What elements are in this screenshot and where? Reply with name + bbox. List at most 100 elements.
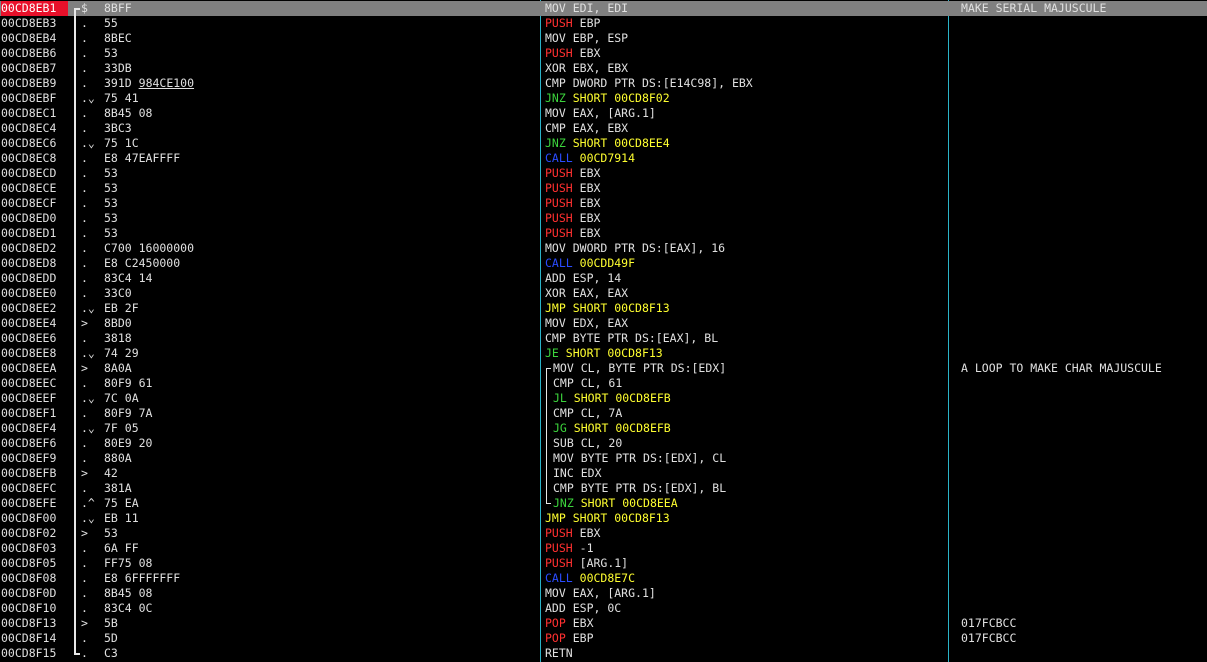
instruction-cell[interactable]: CMP BYTE PTR DS:[EDX], BL — [553, 481, 953, 496]
instruction-cell[interactable]: MOV EDX, EAX — [545, 316, 945, 331]
disasm-row[interactable]: 00CD8ED8. E8 C2450000 CALL 00CDD49F — [0, 256, 1207, 271]
comment-cell[interactable] — [961, 106, 1205, 121]
hex-bytes-cell[interactable]: E8 47EAFFFF — [104, 151, 534, 166]
hex-bytes-cell[interactable]: 7C 0A — [104, 391, 534, 406]
hex-bytes-cell[interactable]: 33DB — [104, 61, 534, 76]
comment-cell[interactable] — [961, 451, 1205, 466]
disasm-row[interactable]: 00CD8F00 .⌄ EB 11 JMP SHORT 00CD8F13 — [0, 511, 1207, 526]
hex-bytes-cell[interactable]: 5B — [104, 616, 534, 631]
hex-bytes-cell[interactable]: 3BC3 — [104, 121, 534, 136]
instruction-cell[interactable]: JMP SHORT 00CD8F13 — [545, 301, 945, 316]
hex-bytes-cell[interactable]: 880A — [104, 451, 534, 466]
disasm-row[interactable]: 00CD8EB6. 53 PUSH EBX — [0, 46, 1207, 61]
instruction-cell[interactable]: CMP BYTE PTR DS:[EAX], BL — [545, 331, 945, 346]
disasm-row[interactable]: 00CD8F13 >5B POP EBX 017FCBCC — [0, 616, 1207, 631]
hex-bytes-cell[interactable]: E8 6FFFFFFF — [104, 571, 534, 586]
address-cell[interactable]: 00CD8F08 — [1, 571, 68, 586]
instruction-cell[interactable]: CMP EAX, EBX — [545, 121, 945, 136]
address-cell[interactable]: 00CD8ECF — [1, 196, 68, 211]
instruction-cell[interactable]: CMP CL, 7A — [553, 406, 953, 421]
instruction-cell[interactable]: PUSH [ARG.1] — [545, 556, 945, 571]
hex-bytes-cell[interactable]: 53 — [104, 166, 534, 181]
instruction-cell[interactable]: MOV EDI, EDI — [545, 1, 945, 16]
hex-bytes-cell[interactable]: 8B45 08 — [104, 106, 534, 121]
hex-bytes-cell[interactable]: 3818 — [104, 331, 534, 346]
instruction-cell[interactable]: PUSH EBX — [545, 181, 945, 196]
address-cell[interactable]: 00CD8EE0 — [1, 286, 68, 301]
disasm-row[interactable]: 00CD8EC8. E8 47EAFFFF CALL 00CD7914 — [0, 151, 1207, 166]
address-cell[interactable]: 00CD8EF9 — [1, 451, 68, 466]
hex-bytes-cell[interactable]: 83C4 14 — [104, 271, 534, 286]
comment-cell[interactable] — [961, 286, 1205, 301]
disasm-row[interactable]: 00CD8EEC. 80F9 61 CMP CL, 61 — [0, 376, 1207, 391]
instruction-cell[interactable]: MOV EBP, ESP — [545, 31, 945, 46]
address-cell[interactable]: 00CD8ECE — [1, 181, 68, 196]
address-cell[interactable]: 00CD8EC8 — [1, 151, 68, 166]
address-cell[interactable]: 00CD8EFC — [1, 481, 68, 496]
comment-cell[interactable] — [961, 76, 1205, 91]
instruction-cell[interactable]: MOV CL, BYTE PTR DS:[EDX] — [553, 361, 953, 376]
instruction-cell[interactable]: ADD ESP, 0C — [545, 601, 945, 616]
comment-cell[interactable]: 017FCBCC — [961, 631, 1205, 646]
address-cell[interactable]: 00CD8F10 — [1, 601, 68, 616]
address-cell[interactable]: 00CD8ECD — [1, 166, 68, 181]
comment-cell[interactable] — [961, 181, 1205, 196]
comment-cell[interactable] — [961, 586, 1205, 601]
comment-cell[interactable] — [961, 316, 1205, 331]
hex-bytes-cell[interactable]: 83C4 0C — [104, 601, 534, 616]
instruction-cell[interactable]: JL SHORT 00CD8EFB — [553, 391, 953, 406]
address-cell[interactable]: 00CD8EFE — [1, 496, 68, 511]
address-cell[interactable]: 00CD8EB6 — [1, 46, 68, 61]
address-cell[interactable]: 00CD8F0D — [1, 586, 68, 601]
comment-cell[interactable] — [961, 46, 1205, 61]
disasm-row[interactable]: 00CD8EF6. 80E9 20 SUB CL, 20 — [0, 436, 1207, 451]
disasm-row[interactable]: 00CD8ECD. 53 PUSH EBX — [0, 166, 1207, 181]
disasm-row[interactable]: 00CD8ED2. C700 16000000 MOV DWORD PTR DS:[… — [0, 241, 1207, 256]
hex-bytes-cell[interactable]: 53 — [104, 46, 534, 61]
hex-bytes-cell[interactable]: 80F9 7A — [104, 406, 534, 421]
hex-bytes-cell[interactable]: EB 11 — [104, 511, 534, 526]
address-cell[interactable]: 00CD8F05 — [1, 556, 68, 571]
hex-bytes-cell[interactable]: 33C0 — [104, 286, 534, 301]
address-cell[interactable]: 00CD8EB7 — [1, 61, 68, 76]
comment-cell[interactable] — [961, 481, 1205, 496]
instruction-cell[interactable]: JE SHORT 00CD8F13 — [545, 346, 945, 361]
instruction-cell[interactable]: JNZ SHORT 00CD8EEA — [553, 496, 953, 511]
disasm-row[interactable]: 00CD8EB3. 55 PUSH EBP — [0, 16, 1207, 31]
hex-bytes-cell[interactable]: EB 2F — [104, 301, 534, 316]
instruction-cell[interactable]: SUB CL, 20 — [553, 436, 953, 451]
comment-cell[interactable] — [961, 226, 1205, 241]
comment-cell[interactable] — [961, 151, 1205, 166]
address-cell[interactable]: 00CD8F15 — [1, 646, 68, 661]
comment-cell[interactable] — [961, 541, 1205, 556]
disasm-row[interactable]: 00CD8EF1. 80F9 7A CMP CL, 7A — [0, 406, 1207, 421]
disasm-row[interactable]: 00CD8ED0. 53 PUSH EBX — [0, 211, 1207, 226]
disasm-row[interactable]: 00CD8ECF. 53 PUSH EBX — [0, 196, 1207, 211]
disasm-row[interactable]: 00CD8EC6 .⌄ 75 1C JNZ SHORT 00CD8EE4 — [0, 136, 1207, 151]
disasm-row[interactable]: 00CD8EDD. 83C4 14 ADD ESP, 14 — [0, 271, 1207, 286]
instruction-cell[interactable]: INC EDX — [553, 466, 953, 481]
comment-cell[interactable] — [961, 601, 1205, 616]
hex-bytes-cell[interactable]: 7F 05 — [104, 421, 534, 436]
hex-bytes-cell[interactable]: 80F9 61 — [104, 376, 534, 391]
address-cell[interactable]: 00CD8EF1 — [1, 406, 68, 421]
instruction-cell[interactable]: CALL 00CDD49F — [545, 256, 945, 271]
address-cell[interactable]: 00CD8EBF — [1, 91, 68, 106]
hex-bytes-cell[interactable]: 8A0A — [104, 361, 534, 376]
hex-bytes-cell[interactable]: 6A FF — [104, 541, 534, 556]
address-cell[interactable]: 00CD8ED2 — [1, 241, 68, 256]
disasm-row[interactable]: 00CD8EB9. 391D 984CE100 CMP DWORD PTR DS:[… — [0, 76, 1207, 91]
address-cell[interactable]: 00CD8EC4 — [1, 121, 68, 136]
comment-cell[interactable] — [961, 571, 1205, 586]
instruction-cell[interactable]: PUSH EBX — [545, 226, 945, 241]
hex-bytes-cell[interactable]: 75 1C — [104, 136, 534, 151]
comment-cell[interactable] — [961, 241, 1205, 256]
disasm-row[interactable]: 00CD8F02 >53 PUSH EBX — [0, 526, 1207, 541]
instruction-cell[interactable]: JNZ SHORT 00CD8F02 — [545, 91, 945, 106]
address-cell[interactable]: 00CD8EEC — [1, 376, 68, 391]
address-cell[interactable]: 00CD8EB9 — [1, 76, 68, 91]
instruction-cell[interactable]: PUSH EBX — [545, 526, 945, 541]
hex-bytes-cell[interactable]: C3 — [104, 646, 534, 661]
comment-cell[interactable] — [961, 376, 1205, 391]
disasm-row[interactable]: 00CD8EC4. 3BC3 CMP EAX, EBX — [0, 121, 1207, 136]
